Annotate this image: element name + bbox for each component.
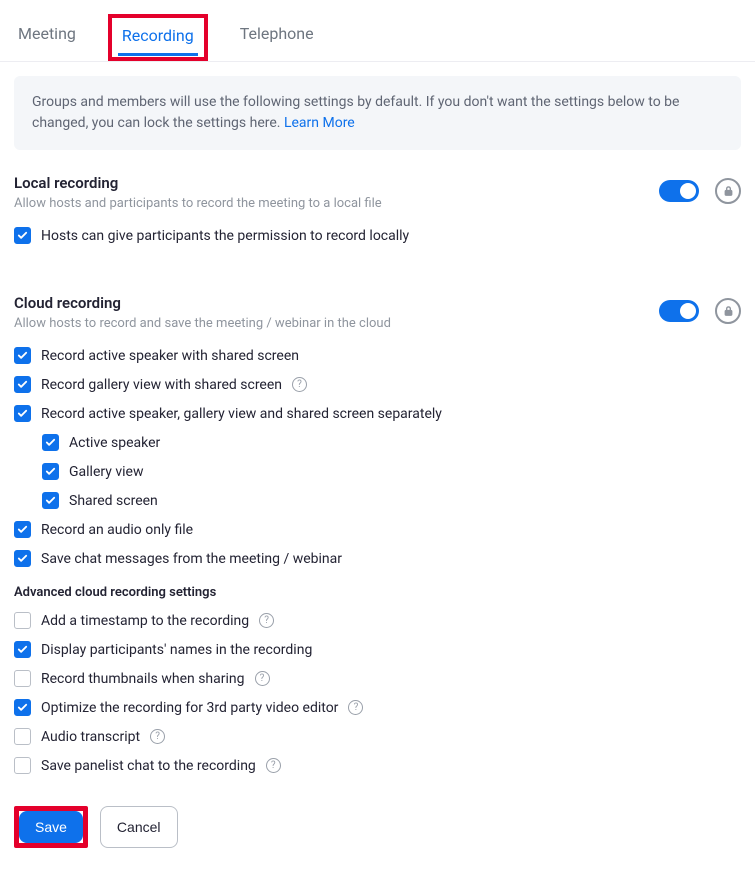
label-thumbnails: Record thumbnails when sharing <box>41 671 245 687</box>
label-gallery-shared: Record gallery view with shared screen <box>41 377 282 393</box>
banner-text: Groups and members will use the followin… <box>32 94 679 131</box>
cancel-button[interactable]: Cancel <box>100 806 178 848</box>
button-row: Save Cancel <box>0 790 755 864</box>
help-icon[interactable]: ? <box>266 758 281 773</box>
local-recording-lock-button[interactable] <box>715 178 741 204</box>
save-button[interactable]: Save <box>19 811 83 843</box>
section-local-recording: Local recording Allow hosts and particip… <box>0 164 755 260</box>
tabs-bar: Meeting Recording Telephone <box>0 0 755 62</box>
tab-meeting[interactable]: Meeting <box>14 14 80 61</box>
label-sep-active: Active speaker <box>69 435 160 451</box>
label-timestamp: Add a timestamp to the recording <box>41 613 249 629</box>
label-optimize: Optimize the recording for 3rd party vid… <box>41 700 338 716</box>
local-recording-title: Local recording <box>14 174 382 192</box>
cloud-recording-toggle[interactable] <box>659 300 699 322</box>
checkbox-sep-shared[interactable] <box>42 492 59 509</box>
label-sep-gallery: Gallery view <box>69 464 143 480</box>
learn-more-link[interactable]: Learn More <box>284 115 355 131</box>
tab-recording[interactable]: Recording <box>118 20 198 55</box>
label-panelist-chat: Save panelist chat to the recording <box>41 758 256 774</box>
tab-telephone[interactable]: Telephone <box>236 14 318 61</box>
checkbox-gallery-shared[interactable] <box>14 376 31 393</box>
checkbox-names[interactable] <box>14 641 31 658</box>
checkbox-optimize[interactable] <box>14 699 31 716</box>
cloud-recording-lock-button[interactable] <box>715 298 741 324</box>
checkbox-sep-active[interactable] <box>42 434 59 451</box>
checkbox-save-chat[interactable] <box>14 550 31 567</box>
highlight-save-button: Save <box>14 806 88 848</box>
info-banner: Groups and members will use the followin… <box>14 76 741 150</box>
label-names: Display participants' names in the recor… <box>41 642 312 658</box>
checkbox-timestamp[interactable] <box>14 612 31 629</box>
local-recording-desc: Allow hosts and participants to record t… <box>14 196 382 211</box>
cloud-recording-title: Cloud recording <box>14 294 391 312</box>
label-hosts-give-permission: Hosts can give participants the permissi… <box>41 228 409 244</box>
help-icon[interactable]: ? <box>348 700 363 715</box>
local-recording-toggle[interactable] <box>659 180 699 202</box>
checkbox-thumbnails[interactable] <box>14 670 31 687</box>
advanced-heading: Advanced cloud recording settings <box>14 573 741 606</box>
help-icon[interactable]: ? <box>150 729 165 744</box>
label-transcript: Audio transcript <box>41 729 140 745</box>
help-icon[interactable]: ? <box>259 613 274 628</box>
highlight-recording-tab: Recording <box>108 14 208 61</box>
checkbox-active-speaker-shared[interactable] <box>14 347 31 364</box>
checkbox-transcript[interactable] <box>14 728 31 745</box>
section-cloud-recording: Cloud recording Allow hosts to record an… <box>0 284 755 790</box>
lock-icon <box>723 185 734 197</box>
checkbox-separate[interactable] <box>14 405 31 422</box>
checkbox-panelist-chat[interactable] <box>14 757 31 774</box>
lock-icon <box>723 305 734 317</box>
label-sep-shared: Shared screen <box>69 493 158 509</box>
cloud-recording-desc: Allow hosts to record and save the meeti… <box>14 316 391 331</box>
label-audio-only: Record an audio only file <box>41 522 193 538</box>
checkbox-audio-only[interactable] <box>14 521 31 538</box>
label-save-chat: Save chat messages from the meeting / we… <box>41 551 342 567</box>
checkbox-sep-gallery[interactable] <box>42 463 59 480</box>
label-separate: Record active speaker, gallery view and … <box>41 406 442 422</box>
help-icon[interactable]: ? <box>255 671 270 686</box>
label-active-speaker-shared: Record active speaker with shared screen <box>41 348 299 364</box>
checkbox-hosts-give-permission[interactable] <box>14 227 31 244</box>
help-icon[interactable]: ? <box>292 377 307 392</box>
